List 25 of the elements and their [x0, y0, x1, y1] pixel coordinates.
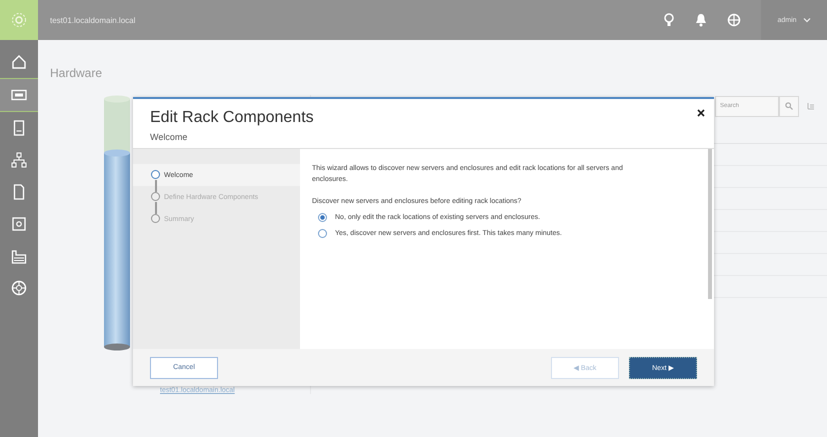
building-icon [11, 248, 27, 264]
page-title: Hardware [50, 66, 104, 82]
search-button[interactable] [779, 96, 799, 116]
home-icon [11, 54, 27, 70]
radio-button[interactable] [318, 212, 327, 222]
radio-button[interactable] [318, 228, 327, 238]
sidebar-item[interactable] [0, 78, 38, 112]
host-name: test01.localdomain.local [50, 16, 136, 24]
globe-icon[interactable] [727, 13, 741, 27]
network-icon [11, 152, 27, 168]
rack-icon [13, 120, 25, 136]
close-icon [697, 109, 705, 117]
dialog-subtitle: Welcome [150, 132, 188, 142]
logo-icon [0, 0, 38, 40]
close-button[interactable] [695, 107, 707, 119]
globe-icon [11, 280, 27, 296]
chevron-down-icon [802, 17, 811, 23]
server-icon [11, 89, 27, 101]
dialog-title: Edit Rack Components [150, 109, 314, 127]
scrollbar[interactable] [708, 149, 712, 299]
safe-icon [12, 217, 26, 231]
bell-icon[interactable] [695, 13, 707, 27]
lightbulb-icon[interactable] [663, 13, 675, 27]
search-icon [785, 102, 793, 110]
document-icon [13, 184, 25, 200]
